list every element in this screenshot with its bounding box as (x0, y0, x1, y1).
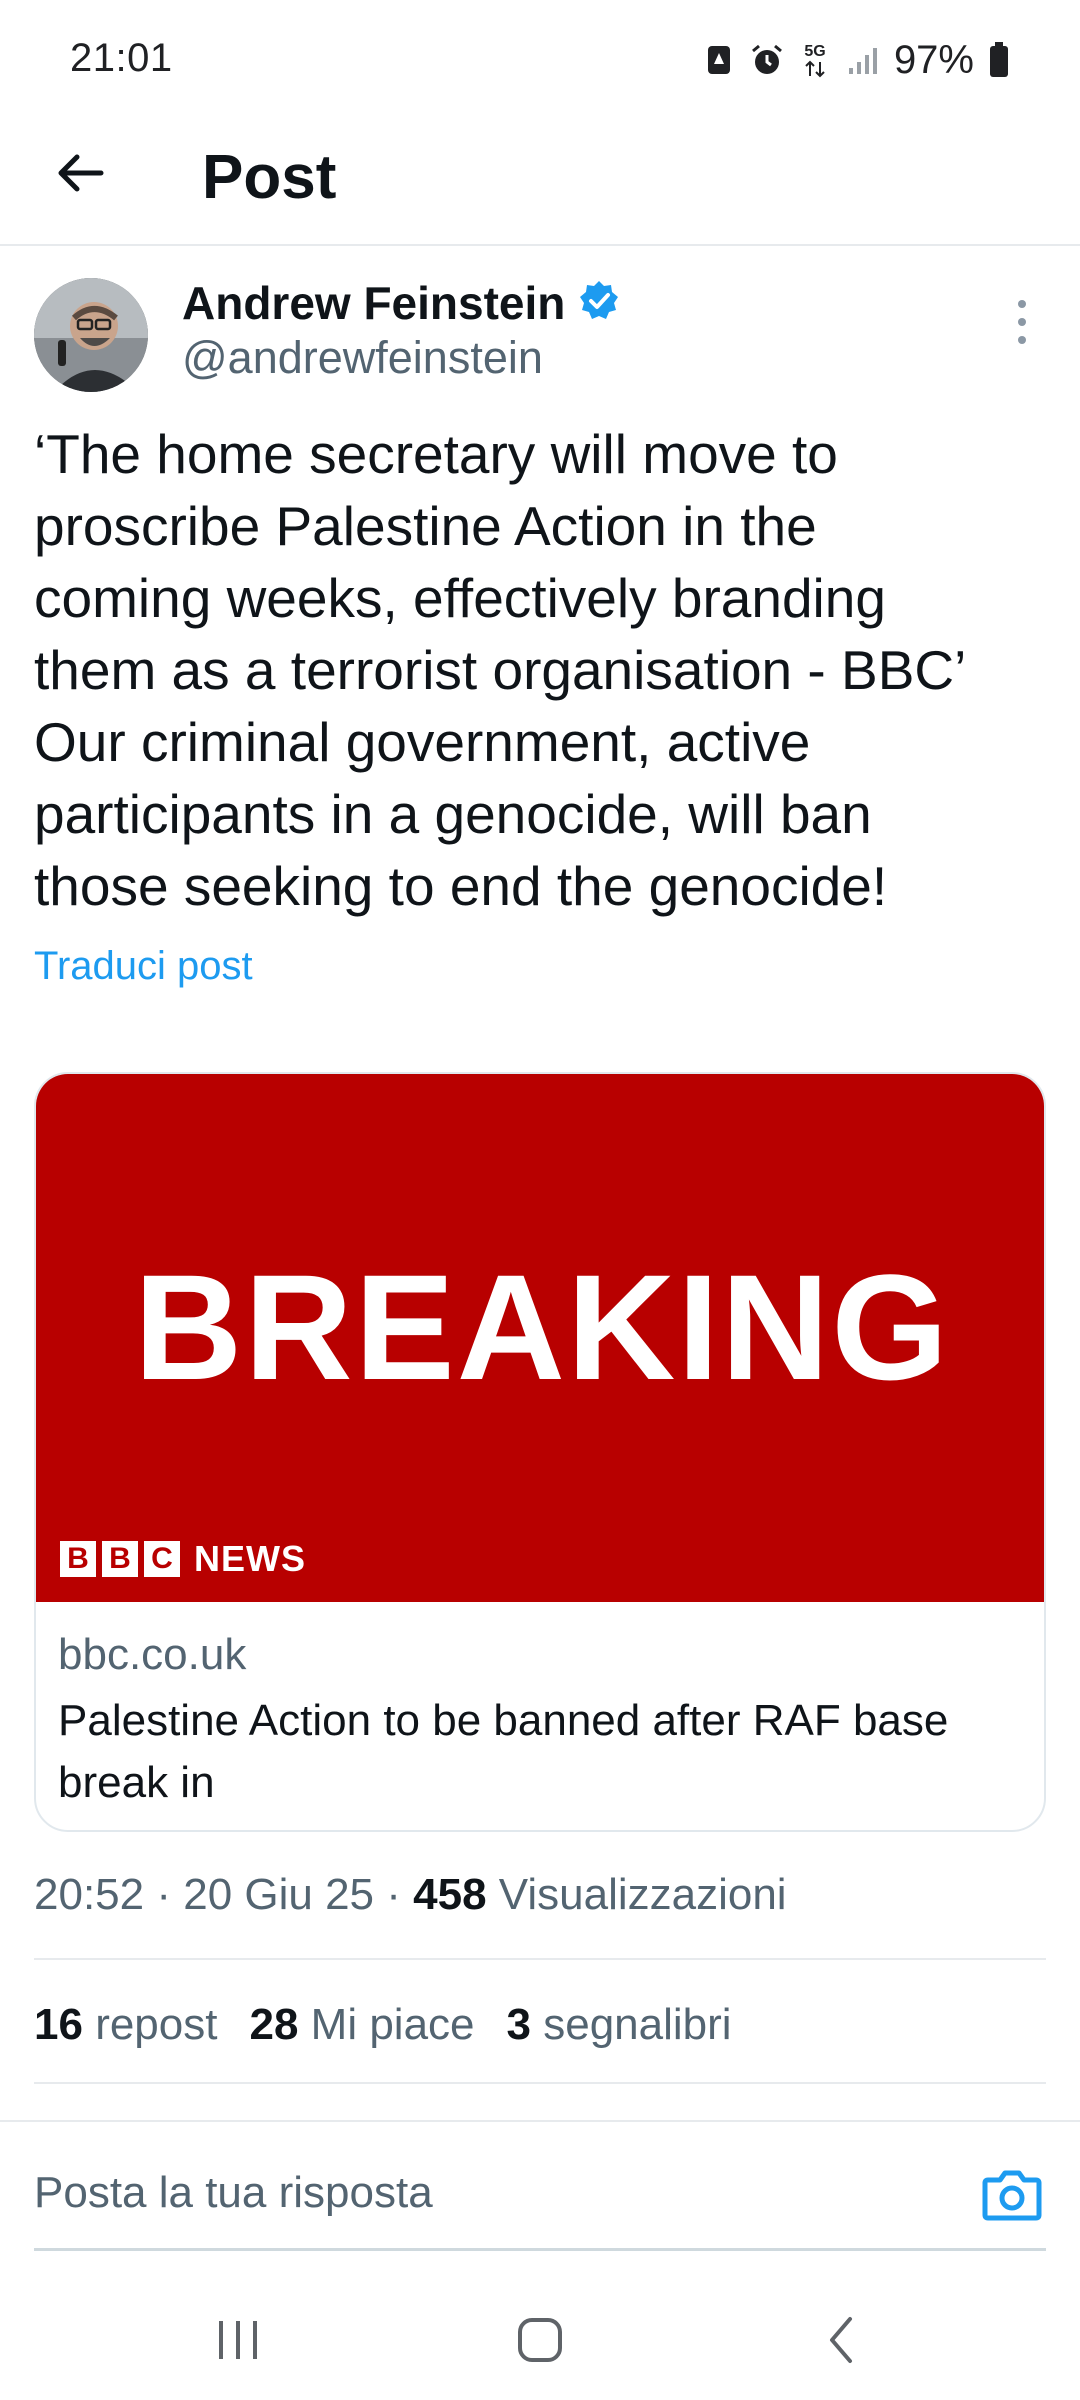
meta-separator: · (144, 1870, 184, 1919)
author-handle[interactable]: @andrewfeinstein (182, 332, 543, 384)
post-text: ‘The home secretary will move to proscri… (34, 423, 967, 917)
likes-count: 28 (249, 2000, 299, 2049)
card-title: Palestine Action to be banned after RAF … (58, 1696, 949, 1807)
back-arrow-icon[interactable] (46, 138, 116, 208)
bbc-logo-news: NEWS (194, 1538, 306, 1579)
recent-apps-icon[interactable] (198, 2310, 278, 2370)
author-name-row[interactable]: Andrew Feinstein (182, 276, 621, 330)
status-bar: 21:01 5G 97% (0, 0, 1080, 120)
reply-input[interactable]: Posta la tua risposta (34, 2168, 433, 2218)
divider (34, 2082, 1046, 2084)
reply-bar-divider (0, 2120, 1080, 2122)
back-nav-icon[interactable] (802, 2310, 882, 2370)
bbc-news-logo: B B C NEWS (60, 1538, 306, 1580)
bbc-logo-letter: C (144, 1541, 180, 1577)
post-meta: 20:52 · 20 Giu 25 · 458 Visualizzazioni (34, 1870, 787, 1920)
verified-badge-icon (577, 279, 621, 328)
reposts-stat[interactable]: 16 repost (34, 2000, 217, 2050)
views-count[interactable]: 458 (413, 1870, 486, 1919)
author-name[interactable]: Andrew Feinstein (182, 276, 565, 330)
likes-stat[interactable]: 28 Mi piace (249, 2000, 474, 2050)
network-5g-icon: 5G (798, 40, 832, 80)
signal-icon (846, 40, 880, 80)
likes-label: Mi piace (310, 2000, 475, 2049)
svg-text:5G: 5G (804, 43, 825, 60)
bookmarks-label: segnalibri (543, 2000, 732, 2049)
post-time: 20:52 (34, 1870, 145, 1919)
camera-icon[interactable] (982, 2166, 1042, 2222)
reposts-count: 16 (34, 2000, 83, 2049)
top-app-bar: Post (0, 120, 1080, 246)
views-label[interactable]: Visualizzazioni (499, 1870, 787, 1919)
bookmarks-stat[interactable]: 3 segnalibri (507, 2000, 732, 2050)
alarm-icon (750, 40, 784, 80)
home-icon[interactable] (500, 2310, 580, 2370)
translate-post-link[interactable]: Traduci post (34, 944, 253, 989)
link-preview-card[interactable]: BREAKING B B C NEWS bbc.co.uk Palestine … (34, 1072, 1046, 1832)
page-title: Post (202, 143, 337, 212)
status-time: 21:01 (70, 36, 173, 80)
battery-icon (988, 40, 1010, 80)
divider (34, 1958, 1046, 1960)
system-nav-bar (0, 2270, 1080, 2400)
engagement-stats: 16 repost 28 Mi piace 3 segnalibri (34, 2000, 732, 2050)
post-date: 20 Giu 25 (183, 1870, 375, 1919)
avatar[interactable] (34, 278, 148, 392)
more-options-icon[interactable] (1000, 290, 1044, 354)
reposts-label: repost (95, 2000, 218, 2049)
reply-underline (34, 2248, 1046, 2251)
bbc-logo-letter: B (102, 1541, 138, 1577)
bbc-logo-letter: B (60, 1541, 96, 1577)
battery-percent: 97% (893, 37, 974, 82)
bookmarks-count: 3 (506, 2000, 531, 2049)
card-image-headline: BREAKING (133, 1243, 951, 1411)
notification-icon (702, 40, 736, 80)
card-domain: bbc.co.uk (58, 1630, 247, 1679)
meta-separator: · (374, 1870, 414, 1919)
card-image[interactable]: BREAKING B B C NEWS (36, 1074, 1044, 1602)
status-icons: 5G 97% (702, 36, 1010, 84)
